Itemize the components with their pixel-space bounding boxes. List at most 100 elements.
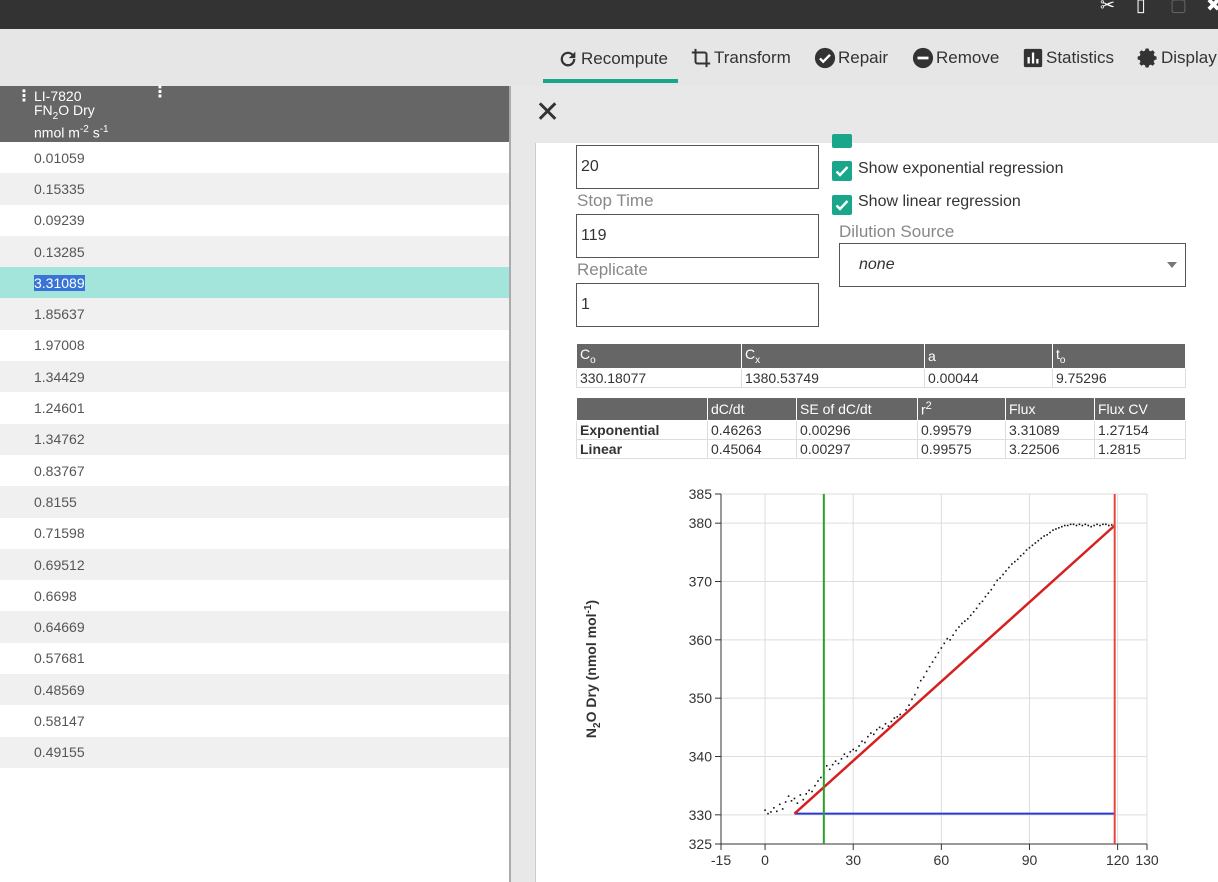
data-point bbox=[814, 784, 816, 787]
recompute-panel: ✕ 20 Stop Time 119 Replicate 1 Show expo… bbox=[511, 86, 1218, 882]
close-window-icon[interactable]: ✖ bbox=[1206, 0, 1218, 14]
show-lin-checkbox[interactable] bbox=[832, 195, 852, 215]
regression-header-cell: Flux CV bbox=[1094, 397, 1186, 421]
dilution-source-select[interactable]: none bbox=[839, 243, 1186, 287]
recompute-button[interactable]: Recompute bbox=[557, 46, 668, 72]
table-row[interactable]: 1.97008 bbox=[0, 330, 509, 361]
x-tick-label: 30 bbox=[845, 852, 861, 868]
replicate-input[interactable]: 1 bbox=[576, 283, 819, 327]
data-point bbox=[1110, 524, 1113, 526]
data-point bbox=[1063, 524, 1066, 527]
statistics-button[interactable]: Statistics bbox=[1022, 45, 1114, 71]
remove-button[interactable]: Remove bbox=[912, 45, 999, 71]
refresh-icon bbox=[560, 51, 576, 67]
data-point bbox=[1022, 552, 1025, 555]
regression-header-cell: SE of dC/dt bbox=[796, 397, 918, 421]
table-row[interactable]: 0.71598 bbox=[0, 518, 509, 549]
table-row[interactable]: 0.64669 bbox=[0, 611, 509, 643]
data-point bbox=[1025, 549, 1028, 551]
table-row[interactable]: 0.49155 bbox=[0, 736, 509, 768]
data-point bbox=[1081, 524, 1084, 527]
data-point bbox=[1090, 525, 1092, 528]
y-axis-label-part: ) bbox=[583, 600, 599, 605]
table-row[interactable]: 1.85637 bbox=[0, 298, 509, 330]
x-tick-label: 0 bbox=[761, 852, 769, 868]
display-label: Display bbox=[1161, 48, 1217, 67]
table-row[interactable]: 0.8155 bbox=[0, 486, 509, 518]
regression-value-cell: 0.46263 bbox=[707, 419, 797, 440]
data-point bbox=[878, 726, 881, 729]
y-axis-label-part: N bbox=[583, 728, 599, 738]
table-row[interactable]: 0.58147 bbox=[0, 705, 509, 736]
app-top-bar: ✂ ▯ ▢ ✖ bbox=[0, 0, 1218, 29]
data-point bbox=[958, 626, 960, 628]
display-button[interactable]: Display bbox=[1137, 45, 1217, 71]
regression-value-cell: 0.99579 bbox=[917, 419, 1006, 440]
table-row[interactable]: 0.09239 bbox=[0, 205, 509, 236]
data-point bbox=[767, 812, 769, 815]
table-row[interactable]: 1.34762 bbox=[0, 423, 509, 455]
flux-value: 0.09239 bbox=[34, 212, 85, 229]
column-header[interactable]: ⋮ ⋮ LI-7820 FN2O Dry nmol m-2 s-1 bbox=[0, 85, 509, 142]
data-point bbox=[881, 727, 884, 730]
show-exp-checkbox[interactable] bbox=[832, 161, 852, 181]
table-row[interactable]: 0.6698 bbox=[0, 580, 509, 611]
data-point bbox=[964, 620, 966, 622]
show-exp-label[interactable]: Show exponential regression bbox=[858, 160, 1063, 178]
table-row[interactable]: 0.48569 bbox=[0, 674, 509, 706]
data-point bbox=[1011, 563, 1013, 565]
table-row[interactable]: 3.31089 bbox=[0, 267, 509, 299]
regression-name-cell: Linear bbox=[576, 438, 708, 459]
drag-handle-icon[interactable]: ⋮ bbox=[16, 89, 32, 105]
data-point bbox=[776, 810, 778, 813]
replicate-label: Replicate bbox=[577, 260, 648, 279]
table-row[interactable]: 0.15335 bbox=[0, 173, 509, 205]
top-checkbox[interactable] bbox=[832, 134, 852, 148]
table-row[interactable]: 0.83767 bbox=[0, 455, 509, 486]
flux-value: 0.71598 bbox=[34, 525, 85, 542]
table-row[interactable]: 0.01059 bbox=[0, 142, 509, 173]
data-point bbox=[770, 811, 772, 813]
data-point bbox=[911, 698, 913, 701]
data-point bbox=[796, 802, 799, 804]
transform-button[interactable]: Transform bbox=[690, 45, 791, 71]
params-header-main: C bbox=[745, 346, 756, 362]
scissors-icon[interactable]: ✂ bbox=[1100, 0, 1115, 14]
data-point bbox=[1005, 570, 1007, 572]
flux-value: 1.85637 bbox=[34, 306, 85, 323]
y-axis-label: N2O Dry (nmol mol-1) bbox=[583, 600, 603, 738]
recompute-label: Recompute bbox=[581, 49, 668, 68]
show-lin-label[interactable]: Show linear regression bbox=[858, 193, 1021, 211]
data-point bbox=[831, 763, 834, 766]
data-point bbox=[1105, 523, 1107, 526]
data-point bbox=[1058, 527, 1060, 529]
start-time-input[interactable]: 20 bbox=[576, 145, 819, 189]
data-point bbox=[784, 801, 787, 803]
params-header-sub: o bbox=[1059, 354, 1066, 366]
params-header-sub: o bbox=[590, 354, 596, 366]
regression-value-cell: 3.31089 bbox=[1005, 419, 1095, 440]
flux-value: 0.48569 bbox=[34, 681, 85, 698]
repair-button[interactable]: Repair bbox=[814, 45, 888, 71]
table-row[interactable]: 1.24601 bbox=[0, 392, 509, 423]
window-icon[interactable]: ▢ bbox=[1170, 0, 1187, 14]
data-point bbox=[781, 808, 784, 810]
data-point bbox=[1052, 529, 1054, 531]
close-icon[interactable]: ✕ bbox=[535, 98, 560, 128]
dilution-source-value: none bbox=[859, 256, 895, 273]
table-row[interactable]: 0.69512 bbox=[0, 548, 509, 581]
data-point bbox=[934, 656, 937, 659]
flux-chart[interactable]: 325 330 340 350 360 370 380 385 -15 0 30 60 90 120 130… bbox=[536, 488, 1218, 882]
table-row[interactable]: 0.57681 bbox=[0, 643, 509, 674]
params-value-cell: 9.75296 bbox=[1052, 367, 1186, 388]
flux-value: 3.31089 bbox=[34, 274, 85, 291]
params-value-cell: 0.00044 bbox=[924, 367, 1053, 388]
column-menu-icon[interactable]: ⋮ bbox=[152, 85, 168, 101]
x-tick-label: 60 bbox=[934, 852, 950, 868]
data-point bbox=[840, 758, 843, 760]
table-row[interactable]: 0.13285 bbox=[0, 235, 509, 268]
stop-time-input[interactable]: 119 bbox=[576, 214, 819, 258]
table-row[interactable]: 1.34429 bbox=[0, 361, 509, 393]
data-point bbox=[861, 740, 863, 743]
copy-icon[interactable]: ▯ bbox=[1136, 0, 1146, 14]
